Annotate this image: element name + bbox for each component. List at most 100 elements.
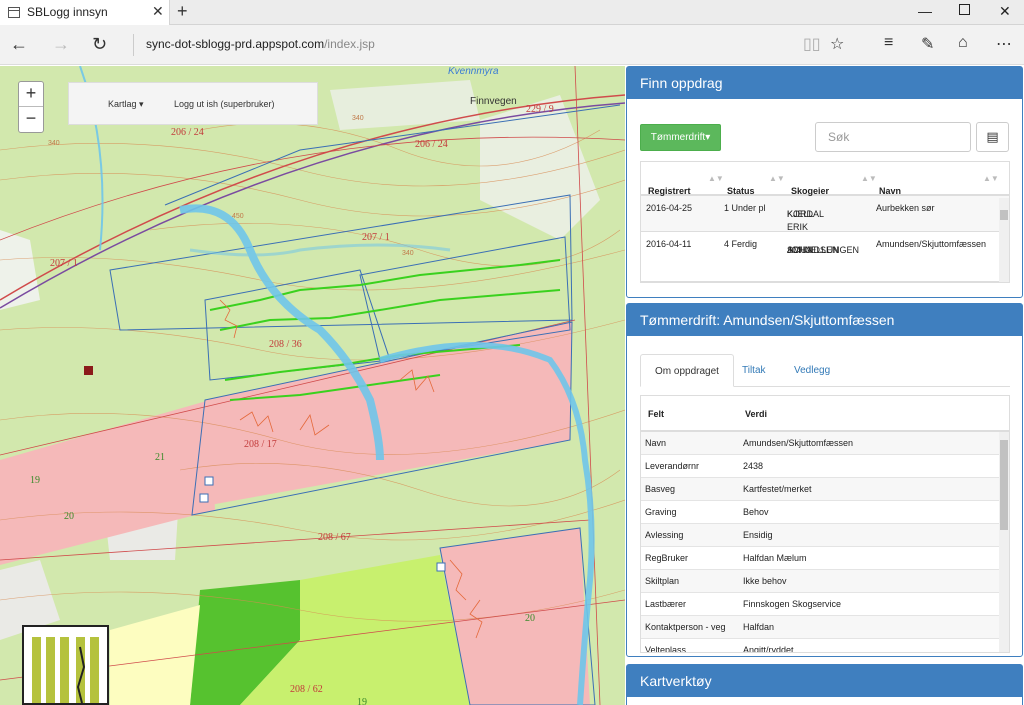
- detail-panel: Tømmerdrift: Amundsen/Skjuttomfæssen Om …: [626, 303, 1023, 657]
- cell-verdi: Kartfestet/merket: [743, 484, 812, 494]
- page-icon: [8, 7, 20, 18]
- map-canvas[interactable]: 206 / 24 206 / 24 229 / 9 207 / 1 207 / …: [0, 66, 625, 705]
- sort-icon[interactable]: ▲▼: [708, 174, 724, 183]
- place-label: Kvennmyra: [448, 66, 499, 77]
- sort-icon[interactable]: ▲▼: [861, 174, 877, 183]
- stand-label: 19: [357, 697, 367, 705]
- marker-icon[interactable]: [436, 562, 446, 572]
- reading-view-icon[interactable]: ▯▯: [803, 34, 821, 54]
- stand-label: 20: [64, 511, 74, 522]
- hub-icon[interactable]: ≡: [884, 34, 893, 52]
- parcel-label: 207 / 1: [362, 232, 390, 243]
- detail-scrollbar[interactable]: [999, 432, 1009, 652]
- cell-felt: Velteplass: [645, 645, 687, 653]
- cell-navn: Aurbekken sør: [876, 203, 935, 213]
- table-row[interactable]: 2016-04-25 1 Under pl KJELL ERIK KORDAL A…: [641, 196, 1009, 232]
- table-row: Kontaktperson - veg Halfdan: [641, 616, 1009, 639]
- parcel-label: 206 / 24: [171, 127, 204, 138]
- url-path: /index.jsp: [324, 37, 375, 51]
- marker-icon[interactable]: [84, 366, 93, 375]
- caret-down-icon: ▾: [139, 99, 144, 109]
- skogeier-line: AMUNDSEN: [787, 245, 839, 255]
- list-view-button[interactable]: ▤: [976, 122, 1009, 152]
- detail-table: Felt Verdi Navn Amundsen/Skjuttomfæssen L…: [640, 395, 1010, 653]
- kartlag-label: Kartlag: [108, 99, 137, 109]
- zoom-in-button[interactable]: +: [19, 82, 43, 107]
- web-note-icon[interactable]: ✎: [921, 34, 934, 54]
- panel-title: Kartverktøy: [627, 665, 1022, 697]
- parcel-label: 208 / 17: [244, 439, 277, 450]
- table-scrollbar[interactable]: [999, 198, 1009, 282]
- cell-verdi: Halfdan: [743, 622, 775, 632]
- close-tab-icon[interactable]: ✕: [152, 3, 164, 20]
- legend-thumbnail[interactable]: [22, 625, 109, 705]
- cell-verdi: Behov: [743, 507, 769, 517]
- cell-verdi: Angitt/ryddet: [743, 645, 794, 653]
- cell-verdi: Amundsen/Skjuttomfæssen: [743, 438, 854, 448]
- road-label: Finnvegen: [470, 96, 517, 107]
- cell-navn: Amundsen/Skjuttomfæssen: [876, 239, 987, 249]
- table-row: Basveg Kartfestet/merket: [641, 478, 1009, 501]
- skogeier-line: KORDAL: [787, 209, 825, 219]
- contour-label: 340: [48, 140, 60, 147]
- new-tab-icon[interactable]: +: [177, 1, 188, 22]
- map-view[interactable]: 206 / 24 206 / 24 229 / 9 207 / 1 207 / …: [0, 66, 625, 705]
- scrollbar-thumb[interactable]: [1000, 210, 1008, 220]
- cell-status: 1 Under pl: [724, 203, 766, 213]
- kartlag-dropdown[interactable]: Kartlag ▾: [108, 99, 144, 110]
- table-row[interactable]: 2016-04-11 4 Ferdig JOHN SCHJELLUNGEN AMUN…: [641, 232, 1009, 282]
- table-row: Skiltplan Ikke behov: [641, 570, 1009, 593]
- marker-icon[interactable]: [204, 476, 214, 486]
- zoom-control: + −: [18, 81, 44, 133]
- cell-verdi: Ensidig: [743, 530, 773, 540]
- tab-tiltak[interactable]: Tiltak: [728, 354, 780, 387]
- browser-tab[interactable]: SBLogg innsyn ✕: [0, 0, 170, 25]
- cell-registrert: 2016-04-11: [646, 239, 692, 249]
- cell-felt: Skiltplan: [645, 576, 680, 586]
- parcel-label: 208 / 36: [269, 339, 302, 350]
- share-icon[interactable]: ⌂: [958, 34, 968, 52]
- parcel-label: 206 / 24: [415, 139, 448, 150]
- search-input[interactable]: Søk: [815, 122, 971, 152]
- cell-verdi: 2438: [743, 461, 764, 471]
- kartverktoy-panel[interactable]: Kartverktøy: [626, 664, 1023, 705]
- tab-om-oppdraget[interactable]: Om oppdraget: [640, 354, 734, 387]
- column-label: Skogeier: [791, 186, 830, 196]
- stand-label: 20: [525, 613, 535, 624]
- favorite-star-icon[interactable]: ☆: [830, 34, 844, 54]
- table-row: RegBruker Halfdan Mælum: [641, 547, 1009, 570]
- sort-icon[interactable]: ▲▼: [769, 174, 785, 183]
- close-window-icon[interactable]: ✕: [999, 3, 1011, 20]
- scrollbar-thumb[interactable]: [1000, 440, 1008, 530]
- url-field[interactable]: sync-dot-sblogg-prd.appspot.com/index.js…: [146, 37, 375, 51]
- cell-felt: Leverandørnr: [645, 461, 700, 471]
- cell-felt: RegBruker: [645, 553, 689, 563]
- back-icon[interactable]: ←: [10, 34, 28, 55]
- cell-felt: Navn: [645, 438, 667, 448]
- contour-label: 340: [352, 115, 364, 122]
- table-row: Velteplass Angitt/ryddet: [641, 639, 1009, 653]
- column-label: Navn: [879, 186, 902, 196]
- sort-icon[interactable]: ▲▼: [983, 174, 999, 183]
- minimize-icon[interactable]: —: [918, 3, 932, 19]
- logout-link[interactable]: Logg ut ish (superbruker): [174, 99, 275, 109]
- filter-dropdown-button[interactable]: Tømmerdrift▾: [640, 124, 721, 151]
- tab-vedlegg[interactable]: Vedlegg: [780, 354, 844, 387]
- forward-icon[interactable]: →: [52, 34, 70, 55]
- maximize-icon[interactable]: [959, 4, 970, 15]
- cell-felt: Kontaktperson - veg: [645, 622, 726, 632]
- zoom-out-button[interactable]: −: [19, 107, 43, 132]
- cell-registrert: 2016-04-25: [646, 203, 693, 213]
- table-row: Lastbærer Finnskogen Skogservice: [641, 593, 1009, 616]
- refresh-icon[interactable]: ↻: [92, 34, 107, 55]
- table-row: Avlessing Ensidig: [641, 524, 1009, 547]
- marker-icon[interactable]: [199, 493, 209, 503]
- contour-label: 340: [402, 250, 414, 257]
- panel-title: Finn oppdrag: [627, 67, 1022, 99]
- list-icon: ▤: [986, 129, 999, 144]
- stand-label: 19: [30, 475, 40, 486]
- more-icon[interactable]: ⋯: [996, 34, 1012, 54]
- table-row: Graving Behov: [641, 501, 1009, 524]
- url-host: sync-dot-sblogg-prd.appspot.com: [146, 37, 325, 51]
- divider: [133, 34, 134, 56]
